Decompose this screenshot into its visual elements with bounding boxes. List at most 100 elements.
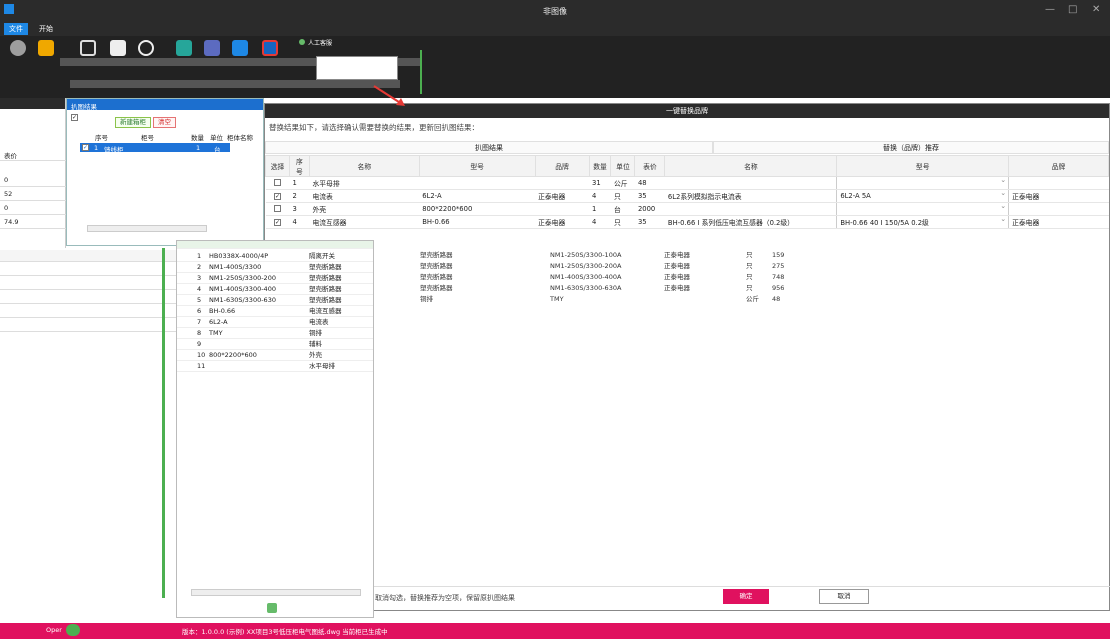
cell-model: 800*2200*600 [419, 202, 536, 216]
cell-qty: 4 [589, 215, 611, 229]
th-model: 型号 [418, 155, 536, 177]
list-item[interactable]: 塑壳断路器 NM1-250S/3300-100A 正泰电器只 159 [374, 250, 820, 261]
col-cabinet-name: 柜体名称 [227, 134, 253, 142]
list-item[interactable]: 11 水平母排 [177, 361, 373, 372]
list-item[interactable]: 8 TMY 铜排 [177, 328, 373, 339]
th-r-model: 型号 [836, 155, 1010, 177]
cancel-button[interactable]: 取消 [819, 589, 869, 604]
cell-qty: 4 [589, 189, 611, 203]
list-item[interactable]: 6 BH-0.66 电流互感器 [177, 306, 373, 317]
list-item[interactable]: 2 NM1-400S/3300 塑壳断路器 [177, 262, 373, 273]
table-row[interactable] [0, 278, 176, 290]
table-row[interactable] [0, 250, 176, 262]
row-checkbox[interactable]: ✓ [273, 193, 281, 200]
row-checkbox[interactable]: ✓ [82, 144, 89, 151]
ribbon-popup [316, 56, 398, 80]
th-select: 选择 [265, 155, 290, 177]
r-model-dropdown[interactable]: 6L2-A 5A [836, 189, 1010, 203]
cube-icon[interactable] [110, 40, 126, 56]
replace-brand-icon[interactable] [262, 40, 278, 56]
row-qty: 1 [196, 144, 201, 152]
maximize-icon[interactable]: □ [1068, 4, 1077, 15]
r-model-dropdown[interactable] [836, 176, 1010, 190]
support-icon [299, 39, 305, 45]
folder-icon[interactable] [38, 40, 54, 56]
ime-icon[interactable] [66, 624, 80, 636]
group-recommend: 替换（品牌）推荐 [713, 141, 1109, 154]
list-item[interactable]: 10 800*2200*600 外壳 [177, 350, 373, 361]
list-item[interactable]: 5 NM1-630S/3300-630 塑壳断路器 [177, 295, 373, 306]
cell-model: 6L2-A [419, 189, 536, 203]
menu-bar: 文件 开始 [0, 22, 1110, 36]
tab-file[interactable]: 文件 [4, 23, 28, 35]
r-model-dropdown[interactable]: BH-0.66 40 I 150/5A 0.2级 [836, 215, 1010, 229]
support-label[interactable]: 人工客服 [308, 38, 332, 47]
cell-brand [535, 202, 589, 216]
dialog-footer: 取消勾选，替换推荐为空项，保留原扒图结果 [265, 586, 1110, 606]
list-item[interactable]: 3 NM1-250S/3300-200 塑壳断路器 [177, 273, 373, 284]
clear-button[interactable]: 清空 [153, 117, 176, 128]
vertical-guide [162, 248, 165, 598]
cell-model: BH-0.66 [419, 215, 536, 229]
minimize-icon[interactable]: — [1045, 4, 1055, 15]
result-panel-scrollbar[interactable] [87, 225, 207, 232]
list-item[interactable]: 7 6L2-A 电流表 [177, 317, 373, 328]
table-row[interactable]: ✓ 4 电流互感器 BH-0.66 正泰电器 4 只 35 BH-0.66 I … [265, 215, 1109, 229]
left-pane-price-header: 表价 [0, 148, 66, 161]
cell-r-brand [1008, 202, 1109, 216]
status-left: Oper [46, 626, 62, 634]
save-icon[interactable] [232, 40, 248, 56]
list-item[interactable]: 4 NM1-400S/3300-400 塑壳断路器 [177, 284, 373, 295]
ok-button[interactable]: 确定 [723, 589, 769, 604]
left-pane-value: 0 [0, 202, 66, 215]
list-item[interactable]: 塑壳断路器 NM1-250S/3300-200A 正泰电器只 275 [374, 261, 820, 272]
r-model-dropdown[interactable] [836, 202, 1010, 216]
list-item[interactable]: 塑壳断路器 NM1-630S/3300-630A 正泰电器只 956 [374, 283, 820, 294]
cell-unit: 公斤 [610, 176, 635, 190]
th-unit: 单位 [610, 155, 636, 177]
hand-icon[interactable] [176, 40, 192, 56]
cell-price: 2000 [634, 202, 665, 216]
table-row[interactable] [0, 264, 176, 276]
table-row[interactable] [0, 306, 176, 318]
mid-panel-scrollbar[interactable] [191, 589, 361, 596]
row-checkbox[interactable] [273, 204, 281, 212]
replace-table: 选择 序号 名称 型号 品牌 数量 单位 表价 名称 型号 品牌 1 水平母排 … [265, 155, 1109, 229]
cell-name: 外壳 [309, 202, 420, 216]
left-pane-value: 52 [0, 188, 66, 201]
list-item[interactable]: 铜排 TMY 公斤 48 [374, 294, 820, 305]
cell-index: 2 [289, 189, 310, 203]
doc-icon[interactable] [204, 40, 220, 56]
cell-r-name: BH-0.66 I 系列低压电流互感器（0.2级） [664, 215, 837, 229]
cell-index: 4 [289, 215, 310, 229]
ribbon-labels-row2 [70, 80, 400, 88]
table-row[interactable] [0, 292, 176, 304]
new-cabinet-button[interactable]: 新建箱柜 [115, 117, 151, 128]
ribbon-divider [420, 50, 422, 94]
tab-start[interactable]: 开始 [34, 23, 58, 35]
list-item[interactable]: 塑壳断路器 NM1-400S/3300-400A 正泰电器只 748 [374, 272, 820, 283]
close-icon[interactable]: ✕ [1092, 4, 1100, 15]
table-row[interactable]: ✓ 2 电流表 6L2-A 正泰电器 4 只 35 6L2系列模拟指示电流表 6… [265, 189, 1109, 203]
list-item[interactable]: 9 辅料 [177, 339, 373, 350]
user-icon[interactable] [10, 40, 26, 56]
row-unit: 台 [214, 146, 221, 154]
cell-price: 35 [634, 215, 665, 229]
table-row[interactable]: 1 水平母排 31 公斤 48 [265, 176, 1109, 190]
cell-index: 1 [289, 176, 310, 190]
th-r-name: 名称 [664, 155, 838, 177]
row-checkbox[interactable] [273, 178, 281, 186]
status-text: 版本：1.0.0.0 (示例) XX项目3号低压柜电气图纸.dwg 当前柜已生成… [182, 628, 388, 636]
row-checkbox[interactable]: ✓ [273, 219, 281, 226]
select-all-checkbox[interactable]: ✓ [71, 114, 78, 121]
search-icon[interactable] [138, 40, 154, 56]
list-item[interactable]: 1 HB0338X-4000/4P 隔离开关 [177, 251, 373, 262]
cell-unit: 只 [610, 215, 635, 229]
col-unit: 单位 [210, 134, 223, 142]
cabinet-row[interactable]: ✓ 1 馈线柜 1 台 [80, 143, 230, 154]
result-panel-title: 扒图结果 [67, 99, 263, 111]
table-row[interactable]: 3 外壳 800*2200*600 1 台 2000 [265, 202, 1109, 216]
add-icon[interactable] [267, 603, 277, 613]
table-row[interactable] [0, 320, 176, 332]
frame-icon[interactable] [80, 40, 96, 56]
